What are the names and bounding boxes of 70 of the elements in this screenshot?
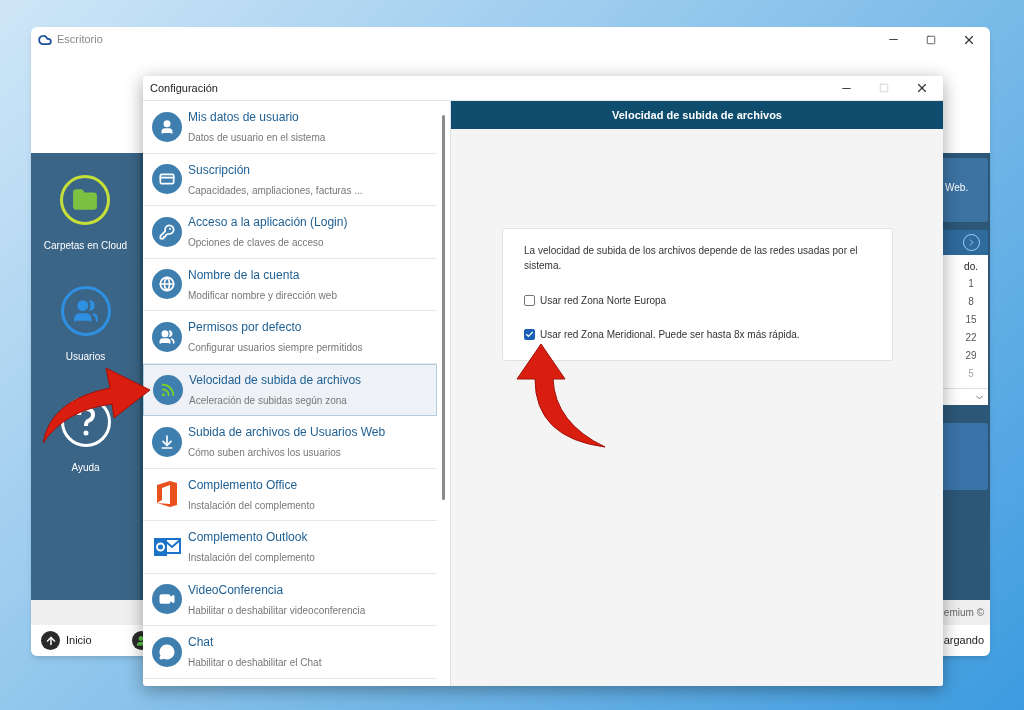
menu-item-subtitle: Modificar nombre y dirección web	[188, 288, 337, 303]
menu-item-subtitle: Configurar usuarios siempre permitidos	[188, 341, 363, 356]
settings-menu-item[interactable]: Nombre de la cuenta Modificar nombre y dirección web	[143, 258, 437, 311]
menu-item-title: Acceso a la aplicación (Login)	[188, 214, 348, 232]
office-icon	[155, 480, 179, 509]
menu-item-subtitle: Habilitar o deshabilitar el Chat	[188, 656, 322, 671]
checkbox[interactable]	[524, 329, 535, 340]
video-icon	[152, 584, 182, 615]
calendar-day[interactable]: 8	[968, 294, 974, 312]
globe-icon	[152, 269, 182, 300]
scrollbar-thumb[interactable]	[442, 115, 445, 500]
dialog-title: Configuración	[149, 80, 218, 96]
settings-menu-item[interactable]: Chat Habilitar o deshabilitar el Chat	[143, 626, 437, 679]
maximize-icon[interactable]	[926, 34, 936, 45]
menu-item-subtitle: Opciones de claves de acceso	[188, 236, 325, 251]
folder-icon[interactable]	[60, 175, 111, 225]
key-icon	[152, 216, 182, 247]
window-title: Escritorio	[57, 32, 103, 48]
settings-menu-item[interactable]: Complemento Outlook Instalación del complemento	[143, 521, 437, 574]
card-text: Web.	[944, 182, 969, 193]
cloud-icon	[38, 32, 52, 47]
menu-item-subtitle: Aceleración de subidas según zona	[189, 394, 348, 409]
settings-menu-item[interactable]: Velocidad de subida de archivos Aceleración de subidas según zona	[143, 363, 437, 416]
chat-icon	[152, 636, 182, 667]
settings-menu-item[interactable]: Suscripción Capacidades, ampliaciones, facturas ...	[143, 153, 437, 206]
footer-note: emium ©	[943, 606, 984, 620]
calendar-day[interactable]: 22	[965, 330, 977, 348]
close-icon[interactable]	[915, 81, 929, 95]
upload-icon	[152, 426, 182, 457]
calendar-day[interactable]: 15	[965, 312, 977, 330]
sidebar-label[interactable]: Ayuda	[71, 460, 100, 475]
sidebar-label[interactable]: Usuarios	[65, 349, 106, 364]
menu-item-title: Subida de archivos de Usuarios Web	[188, 424, 386, 442]
settings-menu-item[interactable]: VideoConferencia Habilitar o deshabilitar videoconferencia	[143, 573, 437, 626]
menu-item-subtitle: Capacidades, ampliaciones, facturas ...	[188, 183, 363, 198]
menu-item-title: Mis datos de usuario	[188, 109, 300, 127]
menu-item-subtitle: Cómo suben archivos los usuarios	[188, 446, 342, 461]
user-icon	[152, 111, 182, 142]
menu-item-title: VideoConferencia	[188, 581, 285, 599]
menu-item-title: Chat	[188, 634, 215, 652]
settings-menu-item[interactable]: Subida de archivos de Usuarios Web Cómo suben archivos los usuarios	[143, 416, 437, 469]
home-icon[interactable]	[41, 631, 60, 650]
menu-item-title: Complemento Outlook	[188, 529, 309, 547]
option-label: Usar red Zona Norte Europa	[540, 294, 667, 308]
menu-item-subtitle: Instalación del complemento	[188, 551, 315, 566]
settings-menu-item[interactable]: Complemento Office Instalación del complemento	[143, 468, 437, 521]
calendar-day[interactable]: 29	[965, 348, 977, 366]
option-label: Usar red Zona Meridional. Puede ser hasta 8x más rápida.	[540, 328, 800, 342]
card-icon	[152, 164, 182, 195]
menu-item-subtitle: Datos de usuario en el sistema	[188, 131, 326, 146]
pane-title: Velocidad de subida de archivos	[612, 107, 782, 123]
settings-menu-item[interactable]: Mis datos de usuario Datos de usuario en el sistema	[143, 101, 437, 154]
weekday-header: do.	[964, 260, 978, 274]
users-icon	[152, 321, 182, 352]
calendar-day[interactable]: 1	[968, 276, 974, 294]
settings-menu-item[interactable]: Permisos por defecto Configurar usuarios siempre permitidos	[143, 311, 437, 364]
sidebar-label[interactable]: Carpetas en Cloud	[43, 238, 128, 253]
menu-item-title: Complemento Office	[188, 476, 299, 494]
settings-menu-item[interactable]: Acceso a la aplicación (Login) Opciones de claves de acceso	[143, 206, 437, 259]
status-text: argando	[943, 633, 984, 649]
menu-item-subtitle: Instalación del complemento	[188, 498, 315, 513]
menu-item-title: Nombre de la cuenta	[188, 266, 301, 284]
checkbox[interactable]	[524, 295, 535, 306]
menu-item-title: Suscripción	[188, 161, 252, 179]
menu-item-subtitle: Habilitar o deshabilitar videoconferencia	[188, 603, 366, 618]
description-text: La velocidad de subida de los archivos depende de las redes usadas por el sistema.	[524, 244, 859, 273]
menu-item-title: Velocidad de subida de archivos	[189, 372, 362, 390]
menu-item-title: Permisos por defecto	[188, 319, 303, 337]
taskbar-label[interactable]: Inicio	[66, 632, 92, 649]
feed-icon	[153, 374, 183, 405]
